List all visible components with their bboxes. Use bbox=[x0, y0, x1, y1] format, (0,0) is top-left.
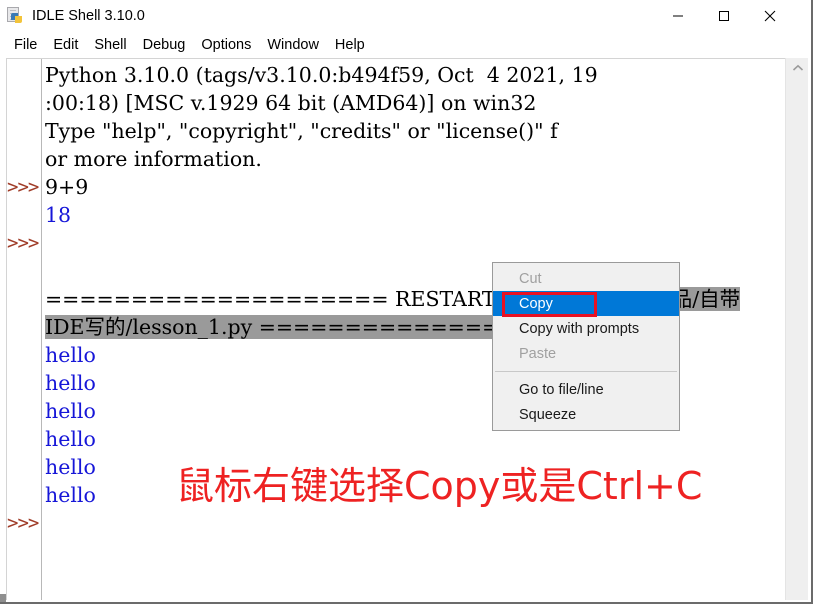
window-title: IDLE Shell 3.10.0 bbox=[32, 8, 145, 24]
scroll-up-button[interactable] bbox=[786, 58, 809, 78]
shell-line: hello bbox=[45, 343, 96, 367]
close-button[interactable] bbox=[747, 0, 793, 31]
idle-shell-window: IDLE Shell 3.10.0 File Edit Shell Debug … bbox=[0, 0, 813, 604]
shell-line: 18 bbox=[45, 203, 72, 227]
menu-shell[interactable]: Shell bbox=[86, 36, 134, 55]
menu-options[interactable]: Options bbox=[193, 36, 259, 55]
shell-text-area[interactable]: >>> >>> >>> Python 3.10.0 (tags/v3.10.0:b4… bbox=[6, 58, 808, 600]
context-menu-item-go-to-file-line[interactable]: Go to file/line bbox=[493, 377, 679, 402]
context-menu[interactable]: Cut Copy Copy with prompts Paste Go to file/… bbox=[492, 262, 680, 431]
shell-line: :00:18) [MSC v.1929 64 bit (AMD64)] on w… bbox=[45, 91, 537, 115]
chevron-up-icon bbox=[792, 64, 803, 71]
scroll-corner bbox=[0, 594, 6, 602]
context-menu-item-paste: Paste bbox=[519, 345, 557, 362]
gutter-divider bbox=[41, 59, 42, 600]
shell-prompt: >>> bbox=[7, 232, 39, 254]
context-menu-item-squeeze[interactable]: Squeeze bbox=[493, 402, 679, 427]
minimize-icon bbox=[673, 15, 683, 16]
shell-line: or more information. bbox=[45, 147, 262, 171]
context-menu-item-copy-with-prompts[interactable]: Copy with prompts bbox=[493, 316, 679, 341]
shell-line: Type "help", "copyright", "credits" or "… bbox=[45, 119, 558, 143]
shell-line: 9+9 bbox=[45, 175, 89, 199]
maximize-button[interactable] bbox=[701, 0, 747, 31]
shell-line: Python 3.10.0 (tags/v3.10.0:b494f59, Oct… bbox=[45, 63, 598, 87]
shell-line: hello bbox=[45, 455, 96, 479]
shell-line: hello bbox=[45, 483, 96, 507]
minimize-button[interactable] bbox=[655, 0, 701, 31]
context-menu-item-copy[interactable]: Copy bbox=[493, 291, 679, 316]
menu-separator bbox=[495, 371, 677, 372]
menu-bar: File Edit Shell Debug Options Window Hel… bbox=[0, 33, 811, 57]
shell-line: hello bbox=[45, 371, 96, 395]
shell-line: hello bbox=[45, 399, 96, 423]
shell-prompt: >>> bbox=[7, 176, 39, 198]
menu-window[interactable]: Window bbox=[259, 36, 327, 55]
annotation-text: 鼠标右键选择Copy或是Ctrl+C bbox=[176, 464, 703, 508]
vertical-scrollbar[interactable] bbox=[785, 58, 808, 600]
shell-line: hello bbox=[45, 427, 96, 451]
menu-file[interactable]: File bbox=[6, 36, 45, 55]
maximize-icon bbox=[719, 10, 729, 21]
menu-help[interactable]: Help bbox=[327, 36, 373, 55]
close-icon bbox=[764, 10, 776, 21]
context-menu-item-cut: Cut bbox=[519, 270, 542, 287]
shell-prompt: >>> bbox=[7, 512, 39, 534]
menu-debug[interactable]: Debug bbox=[135, 36, 194, 55]
python-idle-icon bbox=[6, 7, 24, 25]
menu-edit[interactable]: Edit bbox=[45, 36, 86, 55]
prompt-gutter: >>> >>> >>> bbox=[7, 59, 41, 600]
